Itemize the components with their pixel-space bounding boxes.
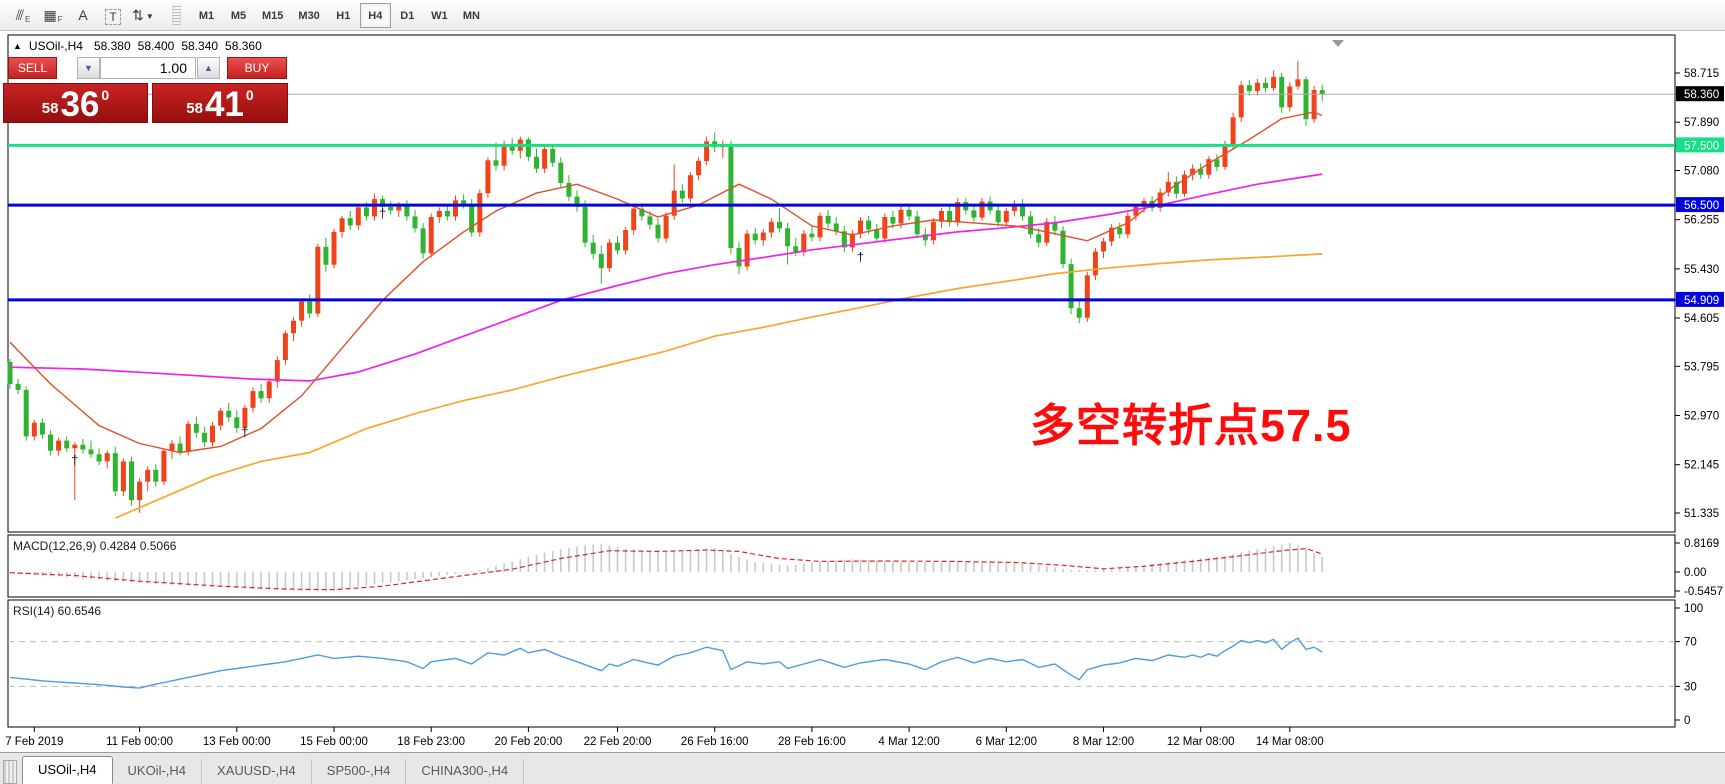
svg-text:RSI(14) 60.6546: RSI(14) 60.6546 xyxy=(13,604,101,618)
tab-sp500-h4[interactable]: SP500-,H4 xyxy=(312,759,407,784)
buy-price-big: 41 xyxy=(205,90,244,120)
timeframe-bar: M1M5M15M30H1H4D1W1MN xyxy=(191,3,487,28)
timeframe-M15[interactable]: M15 xyxy=(255,3,290,28)
svg-text:70: 70 xyxy=(1684,637,1697,649)
timeframe-M1[interactable]: M1 xyxy=(191,3,222,28)
quote-low: 58.340 xyxy=(181,39,218,53)
svg-text:13 Feb 00:00: 13 Feb 00:00 xyxy=(203,736,271,748)
svg-text:58.715: 58.715 xyxy=(1684,68,1719,80)
svg-text:100: 100 xyxy=(1684,603,1703,615)
svg-text:4 Mar 12:00: 4 Mar 12:00 xyxy=(878,736,939,748)
svg-text:0.00: 0.00 xyxy=(1684,567,1706,579)
svg-text:0.8169: 0.8169 xyxy=(1684,538,1719,550)
svg-text:15 Feb 00:00: 15 Feb 00:00 xyxy=(300,736,368,748)
quote-high: 58.400 xyxy=(138,39,175,53)
svg-text:†: † xyxy=(857,250,864,265)
sell-button[interactable]: SELL xyxy=(8,57,57,79)
grid-pattern-icon[interactable]: ▦F xyxy=(38,3,68,27)
svg-text:14 Mar 08:00: 14 Mar 08:00 xyxy=(1256,736,1324,748)
quote-close: 58.360 xyxy=(225,39,262,53)
symbol-tab-bar: USOil-,H4UKOil-,H4XAUUSD-,H4SP500-,H4CHI… xyxy=(0,752,1725,784)
svg-text:20 Feb 20:00: 20 Feb 20:00 xyxy=(495,736,563,748)
sell-price-big: 36 xyxy=(60,90,99,120)
toolbar-icons: ⫻E▦FAT⇅▼ xyxy=(8,3,158,27)
svg-text:55.430: 55.430 xyxy=(1684,264,1719,276)
svg-text:53.795: 53.795 xyxy=(1684,361,1719,373)
timeframe-W1[interactable]: W1 xyxy=(424,3,455,28)
svg-text:54.909: 54.909 xyxy=(1684,295,1719,307)
svg-text:11 Feb 00:00: 11 Feb 00:00 xyxy=(106,736,173,748)
tab-usoil-h4[interactable]: USOil-,H4 xyxy=(22,756,113,784)
text-label-icon[interactable]: A xyxy=(68,3,98,27)
svg-text:8 Mar 12:00: 8 Mar 12:00 xyxy=(1073,736,1134,748)
svg-text:6 Mar 12:00: 6 Mar 12:00 xyxy=(976,736,1037,748)
toolbar-drag-handle[interactable] xyxy=(172,5,181,25)
buy-price-prefix: 58 xyxy=(186,100,203,117)
tab-list: USOil-,H4UKOil-,H4XAUUSD-,H4SP500-,H4CHI… xyxy=(22,756,524,784)
timeframe-H4[interactable]: H4 xyxy=(360,3,391,28)
tab-scroll-stub[interactable] xyxy=(3,760,17,784)
svg-text:†: † xyxy=(241,424,248,439)
svg-text:-0.5457: -0.5457 xyxy=(1684,586,1723,598)
quote-header: ▲ USOil-,H4 58.380 58.400 58.340 58.360 xyxy=(13,39,262,53)
svg-text:54.605: 54.605 xyxy=(1684,313,1719,325)
timeframe-D1[interactable]: D1 xyxy=(392,3,423,28)
buy-price-pip: 0 xyxy=(246,87,254,103)
svg-text:28 Feb 16:00: 28 Feb 16:00 xyxy=(778,736,846,748)
timeframe-M5[interactable]: M5 xyxy=(223,3,254,28)
buy-price-tile[interactable]: 58 41 0 xyxy=(152,83,288,123)
svg-text:57.890: 57.890 xyxy=(1684,117,1719,129)
sell-price-prefix: 58 xyxy=(42,100,59,117)
tab-xauusd-h4[interactable]: XAUUSD-,H4 xyxy=(202,759,312,784)
svg-text:22 Feb 20:00: 22 Feb 20:00 xyxy=(584,736,652,748)
sort-arrows-icon[interactable]: ⇅▼ xyxy=(128,3,158,27)
svg-text:12 Mar 08:00: 12 Mar 08:00 xyxy=(1167,736,1235,748)
svg-text:MACD(12,26,9) 0.4284 0.5066: MACD(12,26,9) 0.4284 0.5066 xyxy=(13,539,177,553)
tab-china300-h4[interactable]: CHINA300-,H4 xyxy=(406,759,524,784)
svg-text:18 Feb 23:00: 18 Feb 23:00 xyxy=(397,736,465,748)
sell-price-tile[interactable]: 58 36 0 xyxy=(3,83,148,123)
timeframe-M30[interactable]: M30 xyxy=(291,3,326,28)
svg-text:52.145: 52.145 xyxy=(1684,460,1719,472)
one-click-trade-panel: SELL ▼ ▲ BUY 58 36 0 58 41 0 xyxy=(3,57,290,124)
svg-text:57.080: 57.080 xyxy=(1684,165,1719,177)
volume-increase-button[interactable]: ▲ xyxy=(197,57,220,79)
tab-ukoil-h4[interactable]: UKOil-,H4 xyxy=(113,759,203,784)
svg-text:†: † xyxy=(379,206,386,221)
timeframe-MN[interactable]: MN xyxy=(456,3,487,28)
svg-text:7 Feb 2019: 7 Feb 2019 xyxy=(5,736,63,748)
volume-input[interactable] xyxy=(100,57,196,79)
svg-text:†: † xyxy=(71,452,78,467)
sell-price-pip: 0 xyxy=(101,87,109,103)
quote-open: 58.380 xyxy=(94,39,131,53)
svg-text:0: 0 xyxy=(1684,715,1690,727)
svg-text:57.500: 57.500 xyxy=(1684,140,1719,152)
svg-text:51.335: 51.335 xyxy=(1684,508,1719,520)
svg-text:56.500: 56.500 xyxy=(1684,200,1719,212)
svg-text:26 Feb 16:00: 26 Feb 16:00 xyxy=(681,736,749,748)
svg-text:52.970: 52.970 xyxy=(1684,411,1719,423)
buy-button[interactable]: BUY xyxy=(227,57,287,79)
toolbar: ⫻E▦FAT⇅▼ M1M5M15M30H1H4D1W1MN xyxy=(0,0,1725,31)
timeframe-H1[interactable]: H1 xyxy=(328,3,359,28)
svg-text:58.360: 58.360 xyxy=(1684,89,1719,101)
svg-text:30: 30 xyxy=(1684,681,1697,693)
chart-annotation-text: 多空转折点57.5 xyxy=(1030,389,1352,454)
svg-text:56.255: 56.255 xyxy=(1684,215,1719,227)
text-box-icon[interactable]: T xyxy=(98,3,128,27)
volume-decrease-button[interactable]: ▼ xyxy=(77,57,100,79)
expert-hatch-icon[interactable]: ⫻E xyxy=(8,3,38,27)
collapse-panel-icon[interactable]: ▲ xyxy=(13,41,22,51)
symbol-label: USOil-,H4 xyxy=(29,39,83,53)
